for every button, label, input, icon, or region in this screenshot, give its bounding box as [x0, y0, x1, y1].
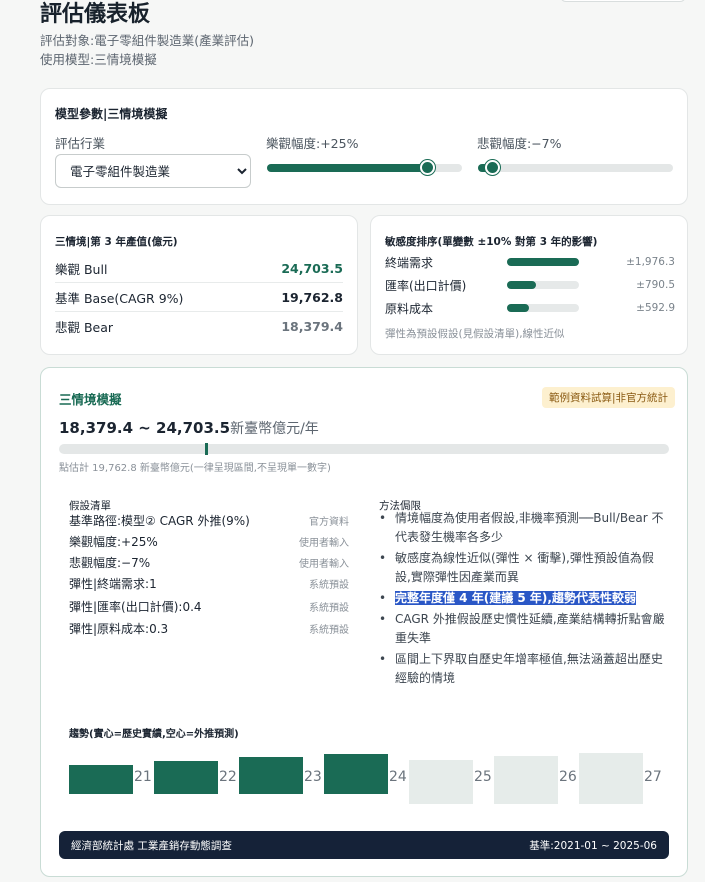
- scenario-value: 19,762.8: [281, 289, 343, 305]
- range-separator: ~: [133, 419, 157, 437]
- trend-bar-projected: [494, 756, 558, 804]
- scenario-value: 18,379.4: [281, 319, 343, 334]
- scenario-row-bear: 悲觀 Bear 18,379.4: [55, 312, 343, 341]
- range-track: [59, 443, 669, 455]
- assumptions-title: 假設清單: [69, 500, 111, 512]
- limit-item: 敏感度為線性近似(彈性 × 衝擊),彈性預設值為假設,實際彈性因產業而異: [375, 549, 665, 587]
- bear-amplitude-slider[interactable]: [478, 160, 673, 175]
- params-card: 模型參數|三情境模擬 評估行業 電子零組件製造業 樂觀幅度:+25% 悲觀幅度:…: [40, 88, 688, 205]
- sensitivity-name: 匯率(出口計價): [385, 278, 467, 293]
- assumption-text: 彈性|終端需求:1: [69, 577, 157, 591]
- limit-item-highlighted[interactable]: 完整年度僅 4 年(建議 5 年),趨勢代表性較弱: [375, 589, 665, 608]
- sensitivity-bar: [507, 304, 579, 312]
- range-unit: 新臺幣億元/年: [230, 421, 319, 437]
- assumption-text: 彈性|原料成本:0.3: [69, 622, 169, 636]
- range-high: 24,703.5: [156, 419, 231, 437]
- top-tab-edge: [560, 0, 686, 2]
- trend-year-label: 24: [389, 769, 407, 785]
- limit-item: 情境幅度為使用者假設,非機率預測──Bull/Bear 不代表發生機率各多少: [375, 509, 665, 547]
- sensitivity-bar: [507, 281, 579, 289]
- sensitivity-note: 彈性為預設假設(見假設清單),線性近似: [385, 328, 565, 340]
- base-period: 基準:2021-01 ~ 2025-06: [529, 839, 657, 852]
- params-title: 模型參數|三情境模擬: [55, 107, 168, 121]
- assumption-row: 基準路徑:模型② CAGR 外推(9%) 官方資料: [69, 512, 349, 529]
- limits-list: 情境幅度為使用者假設,非機率預測──Bull/Bear 不代表發生機率各多少 敏…: [375, 509, 665, 690]
- point-estimate-note: 點估計 19,762.8 新臺幣億元(一律呈現區間,不呈現單一數字): [59, 463, 331, 474]
- point-estimate-marker: [205, 443, 208, 455]
- limit-item: CAGR 外推假設歷史慣性延續,產業結構轉折點會嚴重失準: [375, 610, 665, 648]
- data-source: 經濟部統計處 工業產銷存動態調查: [71, 839, 232, 852]
- assumption-text: 基準路徑:模型② CAGR 外推(9%): [69, 514, 250, 528]
- sensitivity-card: 敏感度排序(單變數 ±10% 對第 3 年的影響) 終端需求 ±1,976.3 …: [370, 215, 688, 355]
- range-low: 18,379.4: [59, 419, 134, 437]
- data-source-footer: 經濟部統計處 工業產銷存動態調查 基準:2021-01 ~ 2025-06: [59, 831, 669, 859]
- assumption-row: 彈性|原料成本:0.3 系統預設: [69, 620, 349, 637]
- sensitivity-title: 敏感度排序(單變數 ±10% 對第 3 年的影響): [385, 236, 598, 248]
- sensitivity-value: ±1,976.3: [626, 256, 675, 268]
- page-title: 評估儀表板: [40, 2, 151, 27]
- bull-amplitude-label: 樂觀幅度:+25%: [266, 136, 359, 151]
- sensitivity-row: 終端需求 ±1,976.3: [385, 251, 675, 273]
- sensitivity-name: 原料成本: [385, 301, 434, 316]
- trend-title: 趨勢(實心=歷史實績,空心=外推預測): [69, 729, 239, 740]
- industry-label: 評估行業: [55, 136, 106, 151]
- simulation-card: 三情境模擬 範例資料試算|非官方統計 18,379.4 ~ 24,703.5新臺…: [40, 367, 688, 877]
- assumption-source: 系統預設: [309, 580, 349, 591]
- highlighted-text[interactable]: 完整年度僅 4 年(建議 5 年),趨勢代表性較弱: [395, 591, 636, 605]
- trend-year-label: 26: [559, 769, 577, 785]
- assumption-source: 使用者輸入: [299, 559, 349, 570]
- trend-bar-actual: [239, 757, 303, 794]
- trend-bar-projected: [409, 760, 473, 804]
- bull-slider-knob[interactable]: [420, 160, 435, 175]
- scenario-row-bull: 樂觀 Bull 24,703.5: [55, 254, 343, 283]
- assumption-text: 樂觀幅度:+25%: [69, 535, 158, 549]
- sensitivity-bar-fill: [507, 304, 529, 312]
- range-display: 18,379.4 ~ 24,703.5新臺幣億元/年: [59, 418, 319, 438]
- simulation-title: 三情境模擬: [59, 392, 122, 407]
- trend-year-label: 25: [474, 769, 492, 785]
- bull-slider-fill: [267, 164, 427, 172]
- assumption-source: 使用者輸入: [299, 538, 349, 549]
- scenario-name: 樂觀 Bull: [55, 261, 108, 277]
- scenario-row-base: 基準 Base(CAGR 9%) 19,762.8: [55, 283, 343, 312]
- assumption-text: 彈性|匯率(出口計價):0.4: [69, 600, 202, 614]
- scenario-value: 24,703.5: [281, 260, 343, 276]
- bull-amplitude-slider[interactable]: [267, 160, 462, 175]
- trend-bar-projected: [579, 753, 643, 804]
- trend-year-label: 22: [219, 769, 237, 785]
- trend-year-label: 21: [134, 769, 152, 785]
- assumption-source: 系統預設: [309, 603, 349, 614]
- scenario-title: 三情境|第 3 年產值(億元): [55, 236, 178, 248]
- bear-slider-knob[interactable]: [485, 160, 500, 175]
- assumption-row: 樂觀幅度:+25% 使用者輸入: [69, 533, 349, 550]
- scenario-card: 三情境|第 3 年產值(億元) 樂觀 Bull 24,703.5 基準 Base…: [40, 215, 358, 355]
- trend-bar-actual: [154, 761, 218, 794]
- scenario-name: 基準 Base(CAGR 9%): [55, 290, 184, 306]
- assumption-source: 系統預設: [309, 625, 349, 636]
- evaluation-target: 評估對象:電子零組件製造業(產業評估): [40, 33, 254, 48]
- model-used: 使用模型:三情境模擬: [40, 52, 157, 67]
- sensitivity-row: 匯率(出口計價) ±790.5: [385, 274, 675, 296]
- assumption-row: 彈性|匯率(出口計價):0.4 系統預設: [69, 598, 349, 615]
- sensitivity-value: ±790.5: [636, 279, 675, 291]
- assumption-source: 官方資料: [309, 517, 349, 528]
- assumption-row: 悲觀幅度:−7% 使用者輸入: [69, 554, 349, 571]
- sensitivity-bar-fill: [507, 281, 536, 289]
- scenario-name: 悲觀 Bear: [55, 320, 114, 335]
- sensitivity-row: 原料成本 ±592.9: [385, 297, 675, 319]
- industry-select[interactable]: 電子零組件製造業: [55, 154, 251, 188]
- bear-amplitude-label: 悲觀幅度:−7%: [477, 136, 562, 151]
- trend-year-label: 27: [644, 769, 662, 785]
- trend-bar-actual: [324, 754, 388, 794]
- assumption-text: 悲觀幅度:−7%: [69, 556, 151, 570]
- limit-item: 區間上下界取自歷史年增率極值,無法涵蓋超出歷史經驗的情境: [375, 650, 665, 688]
- assumption-row: 彈性|終端需求:1 系統預設: [69, 575, 349, 592]
- sample-data-badge: 範例資料試算|非官方統計: [541, 387, 675, 408]
- trend-year-label: 23: [304, 769, 322, 785]
- trend-bar-actual: [69, 765, 133, 794]
- sensitivity-bar: [507, 258, 579, 266]
- sensitivity-bar-fill: [507, 258, 579, 266]
- sensitivity-name: 終端需求: [385, 255, 434, 270]
- sensitivity-value: ±592.9: [636, 302, 675, 314]
